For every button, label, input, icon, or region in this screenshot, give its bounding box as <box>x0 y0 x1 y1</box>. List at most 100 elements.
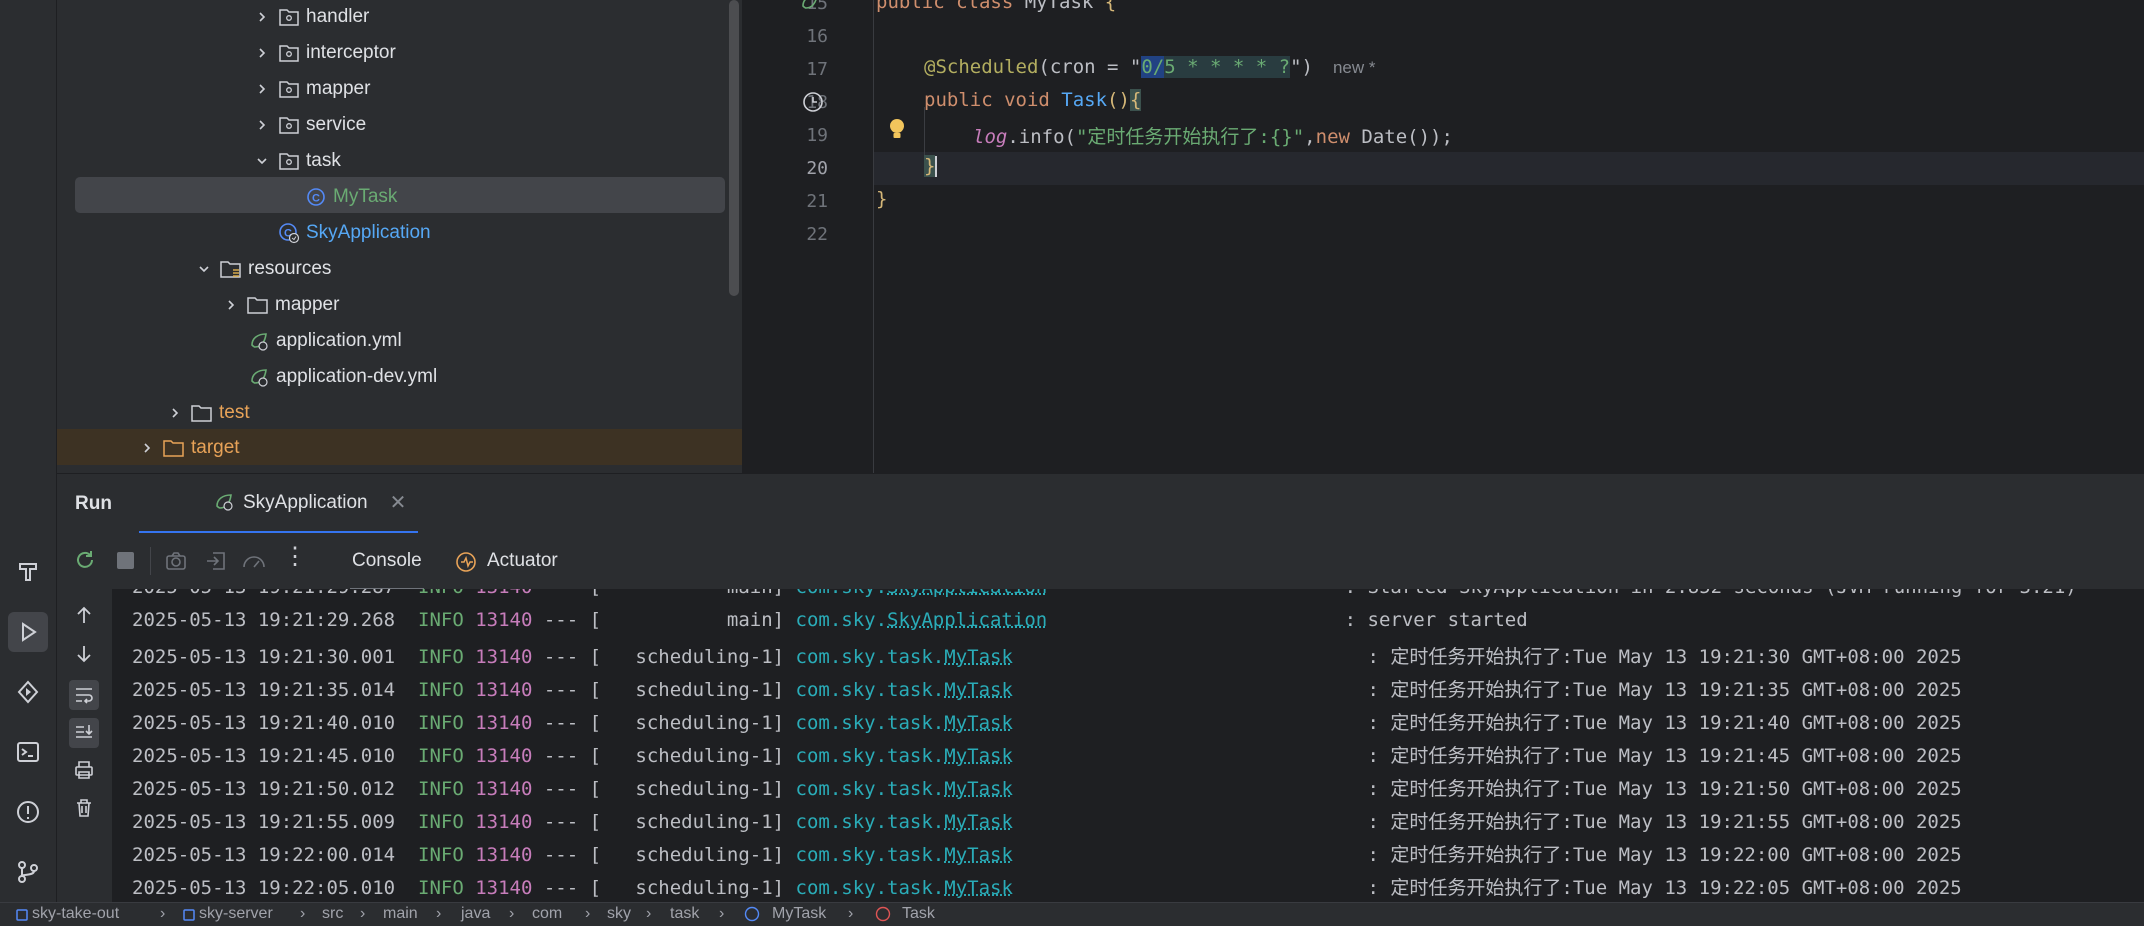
log-message: : Started SkyApplication in 2.852 second… <box>1345 589 2077 598</box>
log-class-link[interactable]: MyTask <box>944 679 1013 701</box>
log-timestamp: 2025-05-13 19:21:50.012 <box>132 778 396 800</box>
breadcrumb-item[interactable]: main <box>383 905 418 923</box>
more-options-icon[interactable]: ⋮ <box>283 545 307 569</box>
tree-item-application-yml[interactable]: application.yml <box>248 323 402 359</box>
tree-item-application-dev-yml[interactable]: application-dev.yml <box>248 359 437 395</box>
breadcrumb-item[interactable]: sky-server <box>199 905 273 923</box>
run-tab-skyapplication[interactable]: SkyApplication ✕ <box>139 474 419 534</box>
tree-item-target[interactable]: target <box>137 430 240 466</box>
scheduled-gutter-icon[interactable] <box>802 91 824 118</box>
code-token: log <box>973 126 1008 148</box>
log-timestamp: 2025-05-13 19:21:45.010 <box>132 745 396 767</box>
clear-all-trash-icon[interactable] <box>73 797 95 824</box>
tree-scrollbar[interactable] <box>729 0 739 296</box>
code-editor[interactable]: 15 16 17 18 19 20 21 22 public class MyT… <box>743 0 2144 473</box>
log-pad <box>1013 844 1368 866</box>
package-icon <box>278 150 300 172</box>
code-token: new <box>1315 126 1362 148</box>
tab-actuator[interactable]: Actuator <box>487 533 558 588</box>
scroll-down-icon[interactable] <box>73 643 95 670</box>
log-line: 2025-05-13 19:22:00.014 INFO 13140 --- [… <box>132 840 1962 867</box>
breadcrumb-item[interactable]: java <box>461 905 490 923</box>
tree-item-interceptor[interactable]: interceptor <box>252 35 396 71</box>
console-output[interactable]: 2025-05-13 19:21:29.287 INFO 13140 --- [… <box>57 589 2144 902</box>
log-class-link[interactable]: MyTask <box>944 646 1013 668</box>
chevron-right-icon[interactable] <box>165 407 185 419</box>
code-token: MyTask <box>1024 0 1105 13</box>
breadcrumb-item[interactable]: Task <box>902 905 935 923</box>
tree-item-label: mapper <box>306 78 371 99</box>
log-class-link[interactable]: MyTask <box>944 778 1013 800</box>
scroll-to-end-icon[interactable] <box>69 718 99 748</box>
chevron-right-icon[interactable] <box>252 83 272 95</box>
tree-item-mytask[interactable]: C MyTask <box>305 179 397 215</box>
inlay-hint[interactable]: new * <box>1333 58 1376 77</box>
code-token: { <box>1104 0 1117 13</box>
problems-icon[interactable] <box>8 792 48 832</box>
lightbulb-icon[interactable] <box>888 118 906 147</box>
code-token: Date <box>1361 126 1408 148</box>
log-package: com.sky.task. <box>795 745 945 767</box>
chevron-down-icon[interactable] <box>194 263 214 275</box>
project-tree: handler interceptor mapper service task … <box>57 0 742 473</box>
close-icon[interactable]: ✕ <box>390 490 407 515</box>
log-class-link[interactable]: MyTask <box>944 712 1013 734</box>
chevron-right-icon[interactable] <box>137 442 157 454</box>
chevron-right-icon[interactable] <box>252 119 272 131</box>
build-icon[interactable] <box>8 552 48 592</box>
tree-item-service[interactable]: service <box>252 107 366 143</box>
chevron-right-icon[interactable] <box>252 47 272 59</box>
run-tool-icon[interactable] <box>8 612 48 652</box>
code-token: ") <box>1290 56 1313 78</box>
chevron-down-icon[interactable] <box>252 155 272 167</box>
tree-item-mapper-folder[interactable]: mapper <box>221 287 339 323</box>
log-class-link[interactable]: MyTask <box>944 811 1013 833</box>
line-number: 17 <box>806 59 828 80</box>
services-icon[interactable] <box>8 672 48 712</box>
terminal-icon[interactable] <box>8 732 48 772</box>
code-line-18: public void Task(){ <box>924 89 1142 111</box>
tab-console[interactable]: Console <box>350 533 424 591</box>
log-message: : 定时任务开始执行了:Tue May 13 19:21:45 GMT+08:0… <box>1367 745 1962 767</box>
breadcrumb-item[interactable]: task <box>670 905 699 923</box>
svg-text:C: C <box>312 193 320 205</box>
log-sep: --- [ <box>532 811 602 833</box>
tree-item-resources[interactable]: resources <box>194 251 331 287</box>
tree-item-mapper[interactable]: mapper <box>252 71 370 107</box>
chevron-right-icon[interactable] <box>221 299 241 311</box>
tree-item-task[interactable]: task <box>252 143 341 179</box>
log-class-link[interactable]: MyTask <box>944 745 1013 767</box>
log-class-link[interactable]: MyTask <box>944 877 1013 899</box>
log-class-link[interactable]: MyTask <box>944 844 1013 866</box>
log-timestamp: 2025-05-13 19:21:35.014 <box>132 679 396 701</box>
stop-icon[interactable] <box>117 552 134 569</box>
scroll-up-icon[interactable] <box>73 604 95 631</box>
code-token: 5 * * * * ? <box>1164 56 1291 78</box>
camera-icon[interactable] <box>164 549 188 578</box>
log-pad <box>1047 609 1344 631</box>
spring-bean-gutter-icon[interactable] <box>799 0 821 17</box>
breadcrumb-item[interactable]: sky <box>607 905 631 923</box>
chevron-right-icon[interactable] <box>252 11 272 23</box>
log-package: com.sky. <box>796 589 888 598</box>
log-class-link[interactable]: SkyApplication <box>887 589 1047 598</box>
log-pad <box>1047 589 1344 598</box>
breadcrumb-item[interactable]: MyTask <box>772 905 826 923</box>
tree-item-handler[interactable]: handler <box>252 0 369 35</box>
gauge-icon[interactable] <box>241 549 267 578</box>
log-class-link[interactable]: SkyApplication <box>887 609 1047 631</box>
git-icon[interactable] <box>8 852 48 892</box>
log-package: com.sky.task. <box>795 679 945 701</box>
rerun-icon[interactable] <box>73 548 97 577</box>
breadcrumb-item[interactable]: src <box>322 905 343 923</box>
log-message: : 定时任务开始执行了:Tue May 13 19:21:35 GMT+08:0… <box>1367 679 1962 701</box>
actuator-icon[interactable] <box>454 550 478 579</box>
tree-item-skyapplication[interactable]: C SkyApplication <box>278 215 431 251</box>
log-message: : server started <box>1344 609 1528 631</box>
breadcrumb-item[interactable]: com <box>532 905 562 923</box>
print-icon[interactable] <box>73 759 95 786</box>
import-icon[interactable] <box>204 549 228 578</box>
breadcrumb-item[interactable]: sky-take-out <box>32 905 119 923</box>
soft-wrap-icon[interactable] <box>69 680 99 710</box>
tree-item-test[interactable]: test <box>165 395 250 431</box>
